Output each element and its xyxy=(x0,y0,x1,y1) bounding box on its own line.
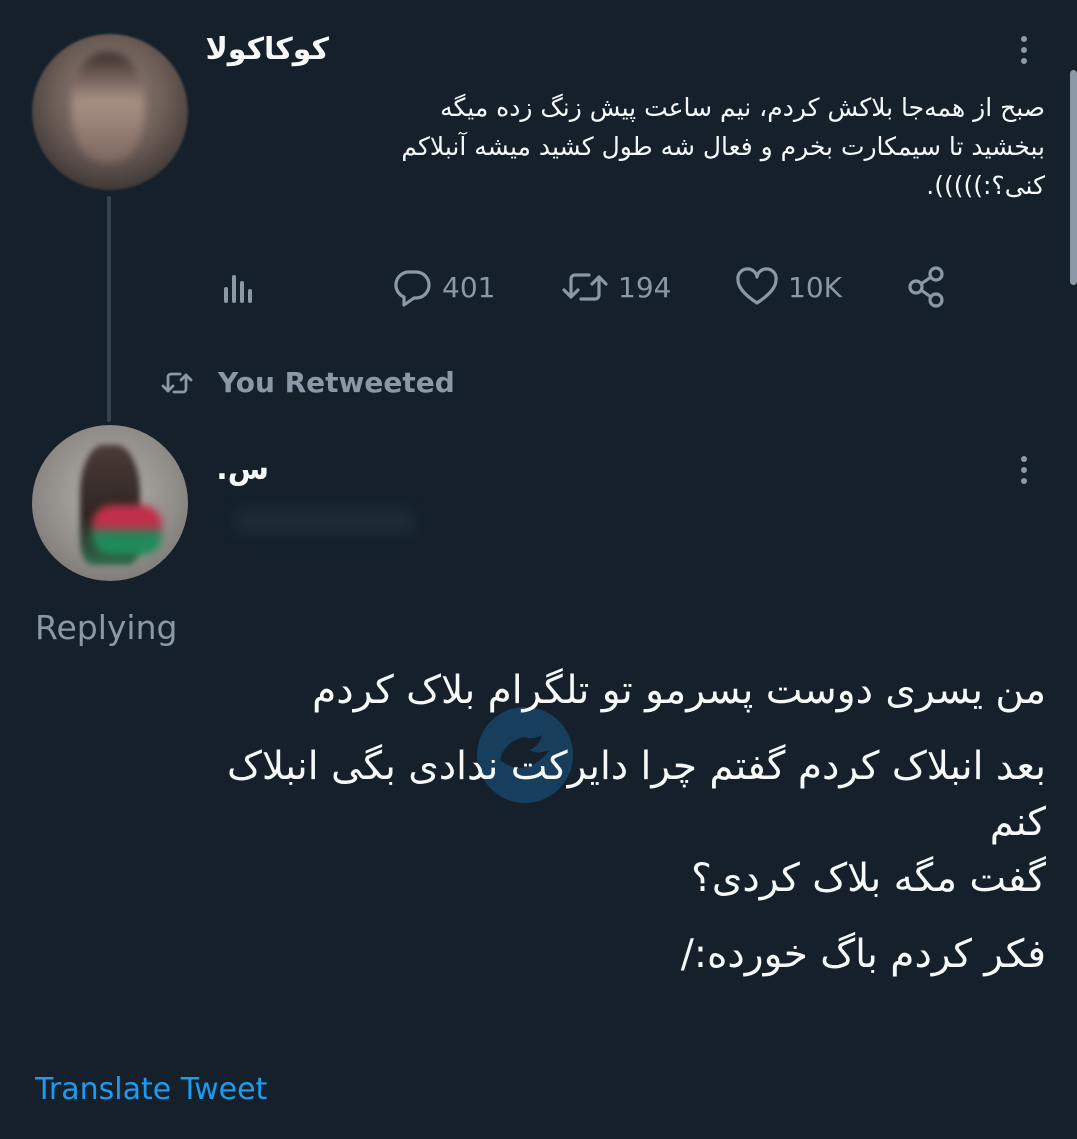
more-options-icon[interactable] xyxy=(1019,36,1029,64)
analytics-icon xyxy=(224,275,252,303)
share-button[interactable] xyxy=(906,262,950,312)
tweet-text-line: من یسری دوست پسرمو تو تلگرام بلاک کردم xyxy=(312,668,1046,713)
retweet-icon xyxy=(562,273,608,301)
avatar[interactable] xyxy=(32,425,188,581)
avatar[interactable] xyxy=(32,34,188,190)
tweet-text-line: کنم xyxy=(989,800,1046,845)
share-icon xyxy=(908,266,944,308)
reply-button[interactable]: 401 xyxy=(390,262,495,312)
tweet-text-line: صبح از همه‌جا بلاکش کردم، نیم ساعت پیش ز… xyxy=(440,93,1045,122)
tweet-text-line: گفت مگه بلاک کردی؟ xyxy=(691,856,1046,901)
translate-tweet-link[interactable]: Translate Tweet xyxy=(35,1072,267,1107)
tweet-text-line: کنی؟:))))). xyxy=(926,171,1045,200)
retweet-button[interactable]: 194 xyxy=(560,262,671,312)
reply-icon xyxy=(394,270,431,307)
replying-label: Replying xyxy=(35,608,178,647)
retweet-count: 194 xyxy=(618,270,672,304)
author-name[interactable]: کوکاکولا xyxy=(205,32,329,67)
scrollbar[interactable] xyxy=(1070,70,1077,285)
tweet-text-line: فکر کردم باگ خورده:/ xyxy=(680,932,1046,977)
like-button[interactable]: 10K xyxy=(734,262,842,312)
retweet-notice: You Retweeted xyxy=(160,366,455,399)
author-name[interactable]: س. xyxy=(216,452,269,487)
retweet-icon xyxy=(161,372,193,393)
author-handle-blurred xyxy=(235,508,415,534)
analytics-button[interactable] xyxy=(218,262,258,312)
heart-icon xyxy=(736,267,778,305)
tweet-actions-bar: 401 194 10K xyxy=(218,262,958,312)
tweet-text-line: بعد انبلاک کردم گفتم چرا دایرکت ندادی بگ… xyxy=(226,744,1046,789)
retweet-notice-label: You Retweeted xyxy=(218,366,455,399)
like-count: 10K xyxy=(788,270,842,304)
thread-connector-line xyxy=(107,196,111,422)
reply-count: 401 xyxy=(442,270,496,304)
tweet-text: صبح از همه‌جا بلاکش کردم، نیم ساعت پیش ز… xyxy=(210,88,1045,205)
tweet-text: من یسری دوست پسرمو تو تلگرام بلاک کردم ب… xyxy=(30,663,1046,983)
more-options-icon[interactable] xyxy=(1019,456,1029,484)
tweet-text-line: ببخشید تا سیمکارت بخرم و فعال شه طول کشی… xyxy=(401,132,1045,161)
